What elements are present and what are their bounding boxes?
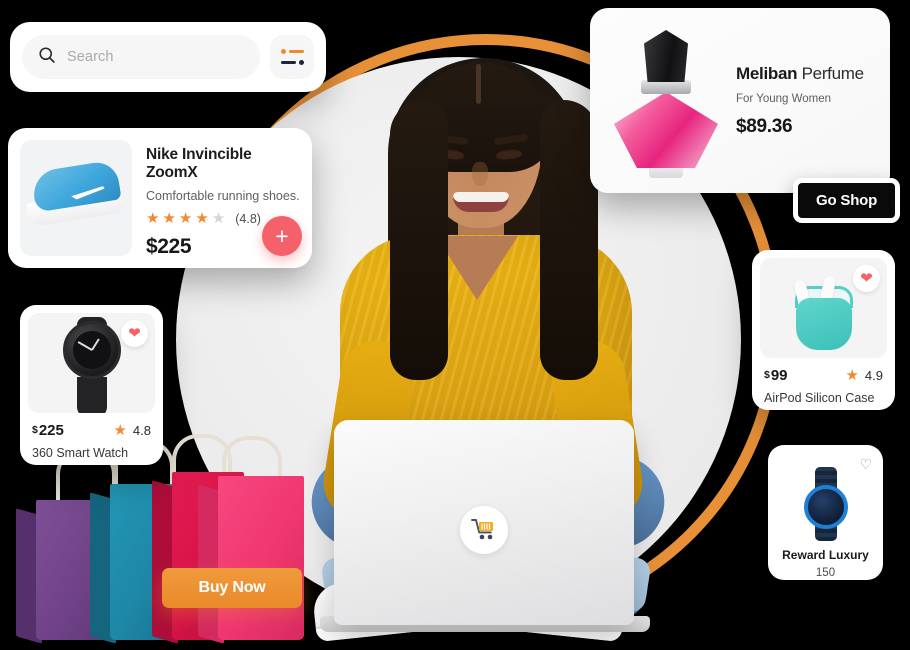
search-placeholder: Search [67, 49, 114, 65]
filter-dot-orange [280, 49, 286, 54]
shoe-illustration [25, 159, 125, 232]
search-input[interactable]: Search [22, 35, 260, 79]
filter-sliders-icon[interactable] [270, 35, 314, 79]
search-icon [38, 46, 56, 69]
rating-value: (4.8) [235, 211, 261, 226]
search-bar-card: Search [10, 22, 326, 92]
product-card-nike[interactable]: Nike Invincible ZoomX Comfortable runnin… [8, 128, 312, 268]
watch-body [62, 321, 121, 379]
watch-hand-minute [77, 341, 92, 351]
product-title: Meliban Perfume [736, 64, 876, 84]
brand-name: Meliban [736, 63, 798, 83]
perfume-bottle-image [600, 18, 732, 183]
star-icon: ★ [146, 210, 160, 227]
product-price: $99 [764, 367, 788, 384]
currency-symbol: $ [764, 369, 770, 381]
product-title: Reward Luxury [782, 548, 869, 562]
luxury-watch-image [794, 467, 858, 541]
shopping-bags [16, 434, 304, 644]
airpod-case-body [795, 298, 852, 350]
favorite-button[interactable]: ❤ [121, 320, 148, 347]
favorite-button[interactable]: ❤ [853, 265, 880, 292]
heart-outline-icon[interactable]: ♡ [859, 456, 872, 473]
star-icon: ★ [162, 210, 176, 227]
perfume-body [614, 92, 718, 168]
product-name: 360 Smart Watch [32, 446, 129, 460]
star-icon: ★ [195, 210, 209, 227]
price-rating-row: $99 ★ 4.9 [760, 367, 887, 384]
perfume-collar [641, 80, 691, 94]
perfume-info: Meliban Perfume For Young Women $89.36 [732, 64, 876, 138]
product-price: $89.36 [736, 115, 793, 137]
go-shop-button[interactable]: Go Shop [793, 178, 901, 223]
product-card-reward-luxury[interactable]: ♡ Reward Luxury 150 [768, 445, 883, 580]
price-value: 99 [770, 367, 788, 384]
star-icon: ★ [845, 367, 859, 384]
watch-strap-bottom [76, 377, 107, 413]
filter-row-top [280, 49, 304, 54]
airpod-case-image: ❤ [760, 258, 887, 358]
nose [472, 162, 488, 186]
watch-face [72, 331, 111, 369]
price-value: 225 [38, 422, 64, 439]
filter-dot-dark [298, 60, 304, 65]
price-rating-row: $225 ★ 4.8 [28, 422, 155, 439]
category-name: Perfume [801, 63, 864, 83]
filter-row-bottom [280, 60, 304, 65]
product-card-airpod[interactable]: ❤ $99 ★ 4.9 AirPod Silicon Case [752, 250, 895, 410]
nike-info: Nike Invincible ZoomX Comfortable runnin… [146, 140, 302, 258]
perfume-cap [644, 30, 688, 82]
rating: ★ 4.8 [113, 423, 151, 438]
scene-root: Search Nike Invincible ZoomX Comfortable… [0, 0, 910, 650]
hair-side-left [390, 100, 448, 380]
star-icon: ★ [178, 210, 193, 227]
product-subtitle: Comfortable running shoes. [146, 189, 300, 203]
rating-value: 4.9 [864, 368, 883, 383]
heart-filled-icon: ❤ [860, 270, 873, 287]
add-to-cart-button[interactable]: + [262, 216, 302, 256]
buy-now-button[interactable]: Buy Now [162, 568, 302, 608]
smart-watch-image: ❤ [28, 313, 155, 413]
filter-line-dark [280, 61, 296, 64]
watch-dial [803, 485, 848, 529]
currency-symbol: $ [32, 424, 38, 436]
shopping-cart-icon [460, 506, 508, 554]
heart-filled-icon: ❤ [128, 325, 141, 342]
product-card-perfume[interactable]: Meliban Perfume For Young Women $89.36 [590, 8, 890, 193]
shopping-bag-pink [198, 476, 304, 644]
product-name: AirPod Silicon Case [764, 391, 875, 405]
star-icon-empty: ★ [211, 210, 226, 227]
product-price: $225 [32, 422, 64, 439]
rating: ★ 4.9 [845, 368, 883, 383]
reward-points: 150 [815, 567, 836, 579]
mouth [453, 192, 509, 212]
laptop-lid [334, 420, 634, 625]
bag-front [218, 476, 304, 640]
product-card-smart-watch[interactable]: ❤ $225 ★ 4.8 360 Smart Watch [20, 305, 163, 465]
teeth [453, 192, 509, 202]
rating-value: 4.8 [132, 423, 151, 438]
filter-line-orange [288, 50, 304, 53]
hair-parting [476, 64, 481, 104]
nike-shoe-image [20, 140, 132, 256]
product-subtitle: For Young Women [736, 92, 832, 105]
star-icon: ★ [113, 422, 127, 439]
product-title: Nike Invincible ZoomX [146, 146, 252, 181]
